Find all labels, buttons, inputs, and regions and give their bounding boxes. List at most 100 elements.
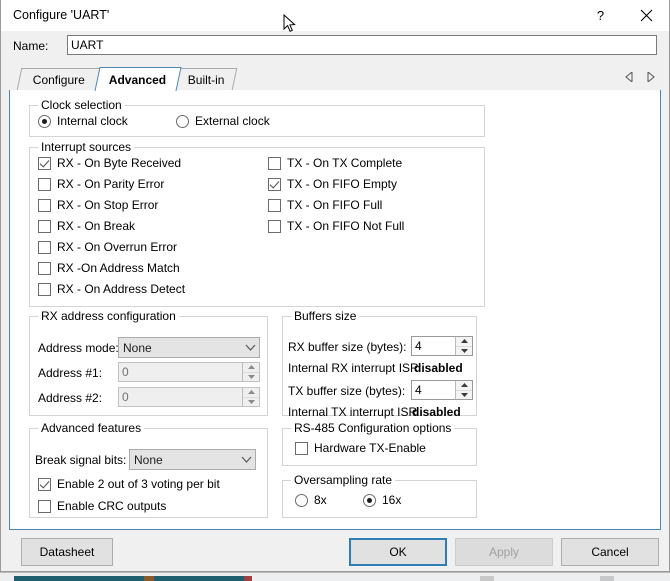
checkbox-tx-on-tx-complete-indicator [268, 156, 281, 170]
rs485-configuration-group: RS-485 Configuration options Hardware TX… [282, 421, 477, 466]
address-1-spinner[interactable]: 0 [118, 362, 260, 382]
checkbox-rx-on-parity-error[interactable]: RX - On Parity Error [38, 177, 164, 191]
rx-buffer-size-spin-down-button[interactable] [456, 347, 472, 356]
address-2-spinner[interactable]: 0 [118, 387, 260, 407]
background-segment [14, 576, 144, 581]
address-2-label: Address #2: [38, 391, 103, 405]
tab-scroll-controls [623, 70, 657, 84]
background-segment [244, 576, 252, 581]
checkbox-rx-on-address-detect-label: RX - On Address Detect [57, 282, 186, 296]
buffers-size-legend: Buffers size [291, 309, 360, 323]
checkbox-rx-on-address-match-indicator [38, 261, 51, 275]
rx-address-configuration-legend: RX address configuration [38, 309, 179, 323]
radio-oversampling-16x-label: 16x [382, 493, 402, 507]
tx-buffer-size-spin-down-button[interactable] [456, 391, 472, 400]
checkbox-rx-on-byte-received-label: RX - On Byte Received [57, 156, 182, 170]
triangle-right-icon [647, 72, 655, 82]
tx-buffer-size-spin-buttons [455, 381, 472, 399]
checkbox-tx-on-fifo-empty-indicator [268, 177, 281, 191]
address-mode-combobox[interactable]: None [118, 337, 260, 358]
radio-external-clock[interactable]: External clock [176, 114, 270, 128]
datasheet-button-label: Datasheet [39, 545, 95, 559]
checkbox-rx-on-byte-received[interactable]: RX - On Byte Received [38, 156, 181, 170]
tx-buffer-size-value: 4 [415, 383, 422, 397]
tab-builtin-label: Built-in [187, 72, 225, 87]
tab-advanced-label: Advanced [109, 72, 167, 87]
help-button[interactable]: ? [578, 0, 623, 30]
tab-advanced[interactable]: Advanced [94, 67, 182, 91]
break-signal-bits-value: None [134, 452, 163, 467]
checkbox-tx-on-tx-complete[interactable]: TX - On TX Complete [268, 156, 402, 170]
tx-isr-status-value: disabled [412, 405, 461, 419]
dialog-button-bar: Datasheet OK Apply Cancel [1, 532, 669, 572]
tx-buffer-size-spinner[interactable]: 4 [411, 380, 473, 400]
rx-buffer-size-spinner[interactable]: 4 [411, 336, 473, 356]
checkbox-rx-on-address-match-label: RX -On Address Match [57, 261, 180, 275]
tx-buffer-size-spin-up-button[interactable] [456, 381, 472, 391]
checkbox-enable-voting-label: Enable 2 out of 3 voting per bit [57, 477, 220, 491]
checkbox-tx-on-fifo-full[interactable]: TX - On FIFO Full [268, 198, 382, 212]
checkbox-hardware-tx-enable[interactable]: Hardware TX-Enable [295, 441, 426, 455]
cancel-button[interactable]: Cancel [561, 538, 659, 566]
checkbox-rx-on-overrun-error[interactable]: RX - On Overrun Error [38, 240, 177, 254]
address-2-spin-down-button[interactable] [243, 398, 259, 407]
tab-scroll-next-button[interactable] [644, 70, 657, 84]
checkbox-enable-crc-outputs-indicator [38, 499, 51, 513]
interrupt-sources-legend: Interrupt sources [38, 140, 135, 154]
chevron-down-icon [241, 344, 259, 351]
break-signal-bits-combobox[interactable]: None [129, 449, 256, 470]
radio-oversampling-16x[interactable]: 16x [363, 493, 401, 507]
checkbox-tx-on-fifo-full-indicator [268, 198, 281, 212]
datasheet-button[interactable]: Datasheet [21, 538, 113, 566]
tab-scroll-prev-button[interactable] [623, 70, 636, 84]
checkbox-tx-on-fifo-full-label: TX - On FIFO Full [287, 198, 383, 212]
checkbox-rx-on-break-label: RX - On Break [57, 219, 136, 233]
checkbox-enable-crc-outputs[interactable]: Enable CRC outputs [38, 499, 166, 513]
clock-selection-group: Clock selection Internal clock External … [29, 98, 485, 137]
checkbox-tx-on-fifo-empty[interactable]: TX - On FIFO Empty [268, 177, 397, 191]
background-segment [144, 576, 154, 581]
advanced-tab-page: Clock selection Internal clock External … [9, 90, 661, 530]
buffers-size-group: Buffers size RX buffer size (bytes): 4 I… [282, 309, 477, 419]
address-2-spin-up-button[interactable] [243, 388, 259, 398]
radio-internal-clock-label: Internal clock [57, 114, 128, 128]
close-button[interactable] [624, 0, 669, 30]
checkbox-rx-on-overrun-error-label: RX - On Overrun Error [57, 240, 178, 254]
checkbox-tx-on-fifo-not-full-label: TX - On FIFO Not Full [287, 219, 405, 233]
radio-external-clock-indicator [176, 114, 189, 128]
address-mode-label: Address mode: [38, 341, 119, 355]
checkbox-rx-on-stop-error-indicator [38, 198, 51, 212]
tab-builtin[interactable]: Built-in [174, 68, 238, 90]
name-input[interactable] [67, 35, 657, 55]
ok-button[interactable]: OK [349, 538, 447, 566]
background-segment [480, 576, 494, 581]
name-label: Name: [13, 39, 49, 53]
advanced-features-group: Advanced features Break signal bits: Non… [29, 421, 268, 518]
checkbox-tx-on-fifo-not-full[interactable]: TX - On FIFO Not Full [268, 219, 404, 233]
address-2-spin-buttons [242, 388, 259, 406]
background-segment [154, 576, 244, 581]
checkbox-rx-on-stop-error[interactable]: RX - On Stop Error [38, 198, 158, 212]
checkbox-rx-on-address-detect[interactable]: RX - On Address Detect [38, 282, 185, 296]
close-icon [640, 9, 653, 21]
apply-button-label: Apply [488, 545, 520, 559]
rx-buffer-size-label: RX buffer size (bytes): [288, 340, 407, 354]
checkbox-rx-on-address-match[interactable]: RX -On Address Match [38, 261, 180, 275]
address-1-spin-buttons [242, 363, 259, 381]
rx-buffer-size-spin-up-button[interactable] [456, 337, 472, 347]
checkbox-enable-voting[interactable]: Enable 2 out of 3 voting per bit [38, 477, 220, 491]
address-1-spin-up-button[interactable] [243, 363, 259, 373]
tab-configure[interactable]: Configure [16, 68, 102, 90]
oversampling-rate-legend: Oversampling rate [291, 473, 396, 487]
address-1-spin-down-button[interactable] [243, 373, 259, 382]
checkbox-rx-on-break[interactable]: RX - On Break [38, 219, 135, 233]
checkbox-rx-on-overrun-error-indicator [38, 240, 51, 254]
radio-internal-clock[interactable]: Internal clock [38, 114, 128, 128]
title-bar: Configure 'UART' ? [1, 0, 669, 32]
apply-button: Apply [455, 538, 553, 566]
checkbox-rx-on-stop-error-label: RX - On Stop Error [57, 198, 159, 212]
rx-isr-status-label: Internal RX interrupt ISR is [288, 361, 419, 375]
cancel-button-label: Cancel [591, 545, 629, 559]
radio-oversampling-8x[interactable]: 8x [295, 493, 327, 507]
checkbox-hardware-tx-enable-indicator [295, 441, 308, 455]
